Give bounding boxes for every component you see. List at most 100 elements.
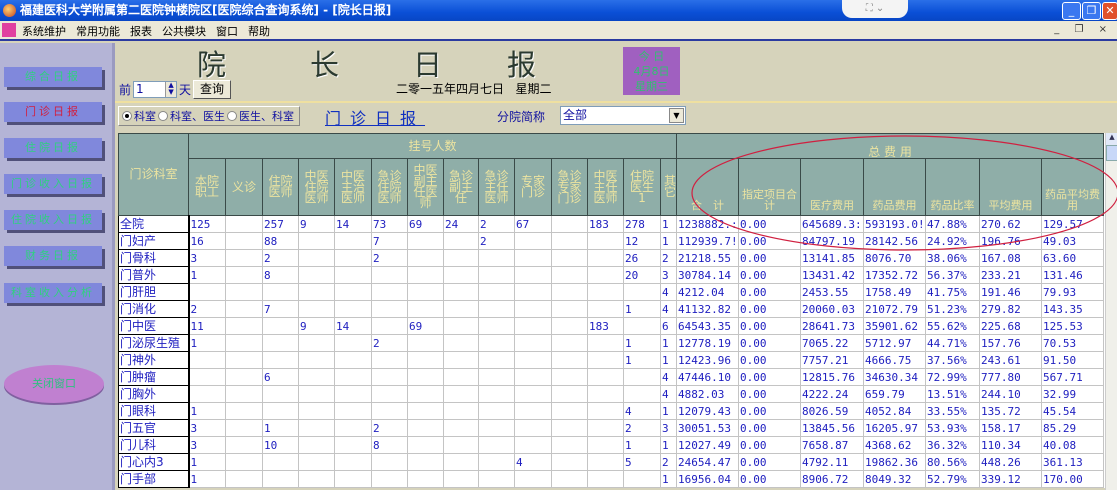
fee-cell[interactable]: 37.56% <box>925 351 981 369</box>
reg-cell[interactable] <box>371 266 408 284</box>
reg-cell[interactable] <box>225 402 263 420</box>
fee-cell[interactable]: 80.56% <box>925 453 981 471</box>
fee-cell[interactable]: 4666.75 <box>863 351 927 369</box>
fee-cell[interactable]: 12027.49 <box>676 436 740 454</box>
dept-cell[interactable]: 门普外 <box>118 266 190 284</box>
fee-cell[interactable]: 12815.76 <box>800 368 865 386</box>
reg-cell[interactable] <box>514 300 552 318</box>
reg-cell[interactable]: 16 <box>188 232 226 250</box>
reg-cell[interactable]: 2 <box>371 334 408 352</box>
fee-cell[interactable]: 7065.22 <box>800 334 865 352</box>
reg-cell[interactable] <box>334 470 372 488</box>
reg-cell[interactable]: 12 <box>623 232 661 250</box>
reg-cell[interactable]: 183 <box>587 317 624 335</box>
reg-cell[interactable]: 3 <box>659 266 678 284</box>
fee-cell[interactable]: 19862.36 <box>863 453 927 471</box>
reg-cell[interactable] <box>587 402 624 420</box>
reg-cell[interactable] <box>262 334 299 352</box>
reg-cell[interactable]: 6 <box>659 317 678 335</box>
reg-cell[interactable] <box>225 385 263 403</box>
table-row[interactable]: 门消化 2 7 1 4 41132.82 0.00 20060.03 21072.79 51.23… <box>118 300 1105 318</box>
fee-cell[interactable]: 40.08 <box>1041 436 1105 454</box>
reg-cell[interactable] <box>623 283 661 301</box>
reg-cell[interactable] <box>551 368 588 386</box>
reg-cell[interactable] <box>443 419 479 437</box>
table-row[interactable]: 门眼科 1 4 1 12079.43 0.00 8026.59 4052.84 33.55% 13… <box>118 402 1105 420</box>
reg-cell[interactable] <box>443 232 479 250</box>
fee-cell[interactable]: 13.51% <box>925 385 981 403</box>
fee-cell[interactable]: 45.54 <box>1041 402 1105 420</box>
column-header[interactable]: 医疗费用 <box>800 158 865 216</box>
column-header[interactable]: 急诊副主任 <box>443 158 479 216</box>
reg-cell[interactable] <box>407 232 444 250</box>
table-row[interactable]: 门神外 1 1 12423.96 0.00 7757.21 4666.75 37.56% 243… <box>118 351 1105 369</box>
reg-cell[interactable] <box>443 436 479 454</box>
reg-cell[interactable] <box>262 283 299 301</box>
reg-cell[interactable] <box>225 232 263 250</box>
reg-cell[interactable]: 125 <box>188 215 226 233</box>
reg-cell[interactable] <box>225 436 263 454</box>
dept-cell[interactable]: 门眼科 <box>118 402 190 420</box>
reg-cell[interactable]: 2 <box>371 419 408 437</box>
column-header[interactable]: 中医主任医师 <box>587 158 624 216</box>
reg-cell[interactable]: 1 <box>623 300 661 318</box>
sidebar-item[interactable]: 住院收入日报 <box>4 210 102 230</box>
reg-cell[interactable] <box>407 283 444 301</box>
column-header[interactable]: 指定项目合计 <box>738 158 802 216</box>
reg-cell[interactable] <box>443 334 479 352</box>
fee-cell[interactable]: 70.53 <box>1041 334 1105 352</box>
fee-cell[interactable]: 30784.14 <box>676 266 740 284</box>
reg-cell[interactable] <box>551 419 588 437</box>
fee-cell[interactable]: 30051.53 <box>676 419 740 437</box>
sidebar-item[interactable]: 科室收入分析 <box>4 283 102 303</box>
reg-cell[interactable] <box>407 334 444 352</box>
fee-cell[interactable]: 4052.84 <box>863 402 927 420</box>
dept-cell[interactable]: 门消化 <box>118 300 190 318</box>
reg-cell[interactable] <box>551 215 588 233</box>
fee-cell[interactable]: 24.92% <box>925 232 981 250</box>
fee-cell[interactable]: 645689.3: <box>800 215 865 233</box>
fee-cell[interactable]: 13431.42 <box>800 266 865 284</box>
days-stepper[interactable]: 1 ▲ ▼ <box>133 81 178 98</box>
menu-item[interactable]: 窗口 <box>216 23 238 39</box>
reg-cell[interactable] <box>443 283 479 301</box>
fee-cell[interactable]: 167.08 <box>979 249 1043 267</box>
fullscreen-pill[interactable]: ⛶ ⌄ <box>842 0 908 18</box>
reg-cell[interactable]: 1 <box>659 436 678 454</box>
fee-cell[interactable]: 41132.82 <box>676 300 740 318</box>
fee-cell[interactable]: 34630.34 <box>863 368 927 386</box>
reg-cell[interactable] <box>371 368 408 386</box>
fee-cell[interactable]: 52.79% <box>925 470 981 488</box>
fee-cell[interactable]: 659.79 <box>863 385 927 403</box>
column-header[interactable]: 急诊主任医师 <box>478 158 515 216</box>
reg-cell[interactable] <box>298 402 335 420</box>
fee-cell[interactable]: 361.13 <box>1041 453 1105 471</box>
reg-cell[interactable] <box>514 266 552 284</box>
reg-cell[interactable] <box>587 368 624 386</box>
reg-cell[interactable] <box>443 453 479 471</box>
fee-cell[interactable]: 233.21 <box>979 266 1043 284</box>
reg-cell[interactable]: 4 <box>514 453 552 471</box>
reg-cell[interactable] <box>298 300 335 318</box>
reg-cell[interactable] <box>514 249 552 267</box>
reg-cell[interactable] <box>443 368 479 386</box>
reg-cell[interactable] <box>587 385 624 403</box>
reg-cell[interactable] <box>407 351 444 369</box>
fee-cell[interactable]: 56.37% <box>925 266 981 284</box>
fee-cell[interactable]: 0.00 <box>738 368 802 386</box>
reg-cell[interactable] <box>478 266 515 284</box>
radio-button[interactable] <box>122 111 132 121</box>
column-header[interactable]: 住院医师 <box>262 158 299 216</box>
column-header[interactable]: 合 计 <box>676 158 740 216</box>
reg-cell[interactable] <box>551 300 588 318</box>
reg-cell[interactable]: 183 <box>587 215 624 233</box>
fee-cell[interactable]: 33.55% <box>925 402 981 420</box>
reg-cell[interactable]: 7 <box>371 232 408 250</box>
reg-cell[interactable] <box>334 266 372 284</box>
reg-cell[interactable] <box>623 470 661 488</box>
reg-cell[interactable] <box>587 470 624 488</box>
column-header[interactable]: 药品费用 <box>863 158 927 216</box>
reg-cell[interactable] <box>407 385 444 403</box>
reg-cell[interactable]: 278 <box>623 215 661 233</box>
reg-cell[interactable] <box>334 385 372 403</box>
